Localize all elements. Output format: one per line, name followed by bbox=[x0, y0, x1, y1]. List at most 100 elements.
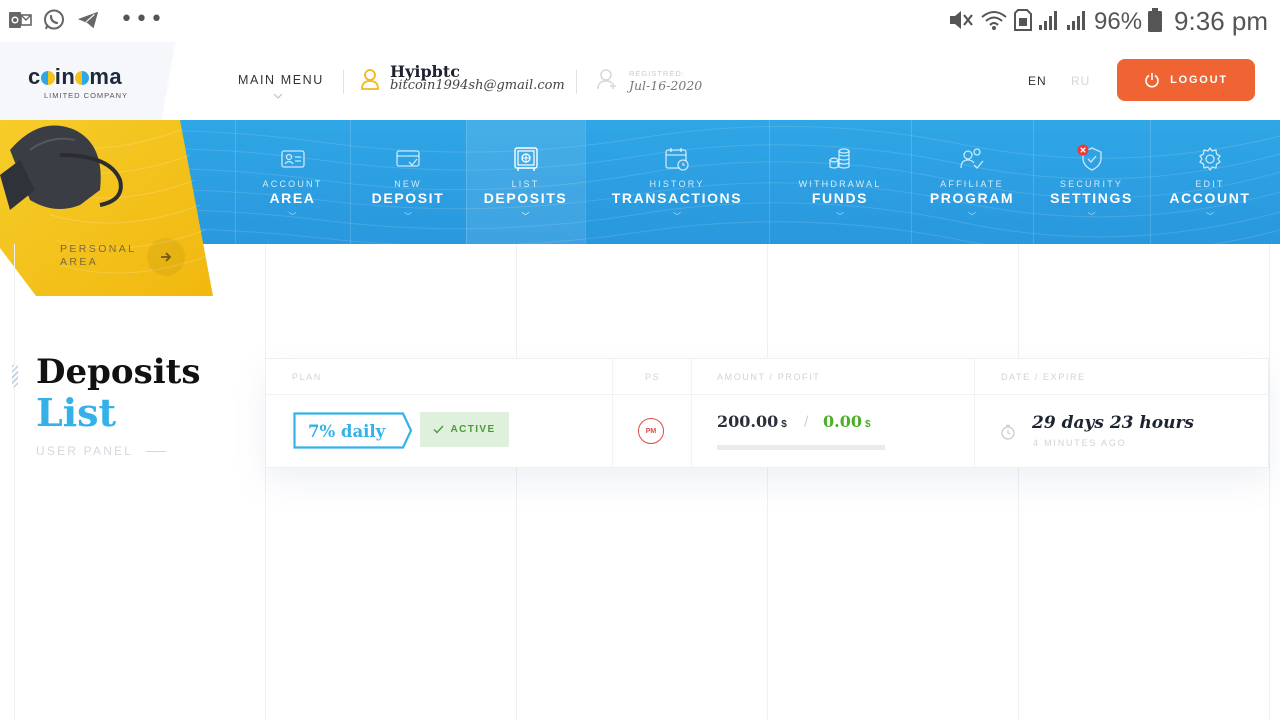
nav-label-top: NEW bbox=[394, 179, 422, 189]
deposit-expire: 29 days 23 hours bbox=[1032, 413, 1195, 433]
stopwatch-icon bbox=[1000, 424, 1016, 444]
divider bbox=[343, 70, 344, 94]
nav-item-account-area[interactable]: ACCOUNT AREA ﹀ bbox=[235, 120, 350, 244]
personal-area-button[interactable] bbox=[147, 238, 185, 276]
main-menu-button[interactable]: MAIN MENU bbox=[238, 73, 324, 87]
nav-label-top: HISTORY bbox=[649, 179, 705, 189]
telegram-icon bbox=[76, 8, 100, 32]
page-title-accent: List bbox=[36, 390, 117, 435]
calendar-icon bbox=[665, 148, 689, 171]
chevron-down-icon: ﹀ bbox=[968, 212, 976, 221]
battery-icon bbox=[1148, 7, 1163, 36]
chevron-down-icon bbox=[273, 92, 283, 102]
deposits-table: PLAN PS AMOUNT / PROFIT DATE / EXPIRE 7%… bbox=[265, 358, 1270, 469]
column-header-date: DATE / EXPIRE bbox=[1001, 372, 1086, 382]
outlook-icon bbox=[8, 8, 32, 32]
chevron-down-icon: ﹀ bbox=[1206, 212, 1214, 221]
whatsapp-icon bbox=[42, 8, 66, 32]
gear-icon bbox=[1199, 147, 1221, 171]
nav-label: AREA bbox=[269, 190, 316, 206]
amount-separator: / bbox=[804, 414, 809, 431]
logo-wordmark: c in ma bbox=[28, 64, 123, 89]
site-header: c in ma LIMITED COMPANY MAIN MENU Hyipbtc … bbox=[0, 42, 1280, 120]
chevron-down-icon: ﹀ bbox=[404, 212, 412, 221]
grid-line bbox=[265, 244, 266, 720]
column-header-ps: PS bbox=[645, 372, 661, 382]
perfect-money-icon: PM bbox=[638, 418, 664, 444]
nav-item-history-transactions[interactable]: HISTORY TRANSACTIONS ﹀ bbox=[585, 120, 769, 244]
profit-progress-bar bbox=[717, 445, 885, 450]
logo[interactable]: c in ma LIMITED COMPANY bbox=[28, 64, 128, 100]
nav-label: ACCOUNT bbox=[1169, 190, 1251, 206]
user-registered-icon bbox=[596, 68, 618, 94]
status-badge: ACTIVE bbox=[420, 412, 509, 447]
nav-label-top: AFFILIATE bbox=[940, 179, 1004, 189]
nav-label-top: SECURITY bbox=[1059, 179, 1124, 189]
logout-button[interactable]: LOGOUT bbox=[1117, 59, 1255, 101]
wifi-icon bbox=[980, 9, 1008, 35]
logo-subtitle: LIMITED COMPANY bbox=[44, 91, 129, 100]
battery-percent: 96% bbox=[1094, 7, 1143, 35]
nav-label-top: LIST bbox=[511, 179, 540, 189]
nav-label-top: EDIT bbox=[1195, 179, 1225, 189]
chevron-down-icon: ﹀ bbox=[836, 212, 844, 221]
wallet-icon bbox=[396, 150, 420, 167]
nav-label: TRANSACTIONS bbox=[611, 190, 743, 206]
user-icon bbox=[360, 68, 380, 94]
language-ru[interactable]: RU bbox=[1071, 74, 1090, 88]
divider bbox=[576, 70, 577, 94]
nav-item-new-deposit[interactable]: NEW DEPOSIT ﹀ bbox=[350, 120, 466, 244]
signal-icon bbox=[1066, 9, 1088, 35]
registered-label: REGISTRED: bbox=[629, 69, 685, 78]
page-subtitle: USER PANEL bbox=[36, 444, 134, 458]
arrow-right-icon bbox=[161, 252, 172, 262]
id-card-icon bbox=[280, 150, 305, 168]
nav-label: DEPOSIT bbox=[371, 190, 445, 206]
column-divider bbox=[612, 359, 613, 469]
grid-line bbox=[1269, 244, 1270, 720]
registered-date: Jul-16-2020 bbox=[629, 78, 703, 93]
nav-item-edit-account[interactable]: EDIT ACCOUNT ﹀ bbox=[1150, 120, 1270, 244]
deposit-created: 4 MINUTES AGO bbox=[1033, 438, 1127, 448]
subtitle-line bbox=[146, 451, 166, 452]
check-icon bbox=[433, 425, 444, 434]
nav-label-top: WITHDRAWAL bbox=[798, 179, 882, 189]
chevron-down-icon: ﹀ bbox=[288, 212, 297, 221]
nav-item-affiliate-program[interactable]: AFFILIATE PROGRAM ﹀ bbox=[911, 120, 1033, 244]
logout-label: LOGOUT bbox=[1170, 74, 1228, 86]
coins-icon bbox=[829, 148, 850, 169]
column-header-amount: AMOUNT / PROFIT bbox=[717, 372, 821, 382]
header-divider bbox=[266, 394, 1270, 395]
nav-item-withdrawal-funds[interactable]: WITHDRAWAL FUNDS ﹀ bbox=[769, 120, 911, 244]
svg-text:7% daily: 7% daily bbox=[308, 422, 386, 441]
personal-area-label: PERSONAL AREA bbox=[60, 243, 137, 268]
personal-area-panel bbox=[0, 120, 213, 296]
power-icon bbox=[1145, 73, 1159, 88]
grid-line bbox=[1018, 244, 1019, 720]
chevron-down-icon: ﹀ bbox=[521, 212, 530, 221]
chevron-down-icon: ﹀ bbox=[673, 212, 681, 221]
column-divider bbox=[691, 359, 692, 469]
grid-line bbox=[516, 244, 517, 720]
nav-label: SETTINGS bbox=[1050, 190, 1133, 206]
grid-line bbox=[14, 244, 15, 720]
page-title: Deposits bbox=[36, 352, 201, 392]
column-header-plan: PLAN bbox=[292, 372, 322, 382]
clock-time: 9:36 pm bbox=[1174, 6, 1268, 36]
language-en[interactable]: EN bbox=[1028, 74, 1047, 88]
more-notifications-icon: ••• bbox=[120, 7, 165, 32]
mute-icon bbox=[948, 9, 974, 35]
signal-icon bbox=[1038, 9, 1060, 35]
plan-badge: 7% daily bbox=[293, 412, 413, 453]
nav-item-security-settings[interactable]: SECURITY SETTINGS ﹀ bbox=[1033, 120, 1150, 244]
column-divider bbox=[974, 359, 975, 469]
grid-line bbox=[767, 244, 768, 720]
nav-label: PROGRAM bbox=[929, 190, 1015, 206]
alert-close-icon bbox=[1077, 144, 1089, 156]
status-label: ACTIVE bbox=[450, 424, 496, 435]
nav-label: FUNDS bbox=[811, 190, 869, 206]
status-bar: ••• 96% 9:36 pm bbox=[0, 0, 1280, 42]
section-marker bbox=[12, 365, 18, 387]
users-icon bbox=[960, 148, 984, 169]
nav-item-list-deposits[interactable]: LIST DEPOSITS ﹀ bbox=[466, 120, 585, 244]
